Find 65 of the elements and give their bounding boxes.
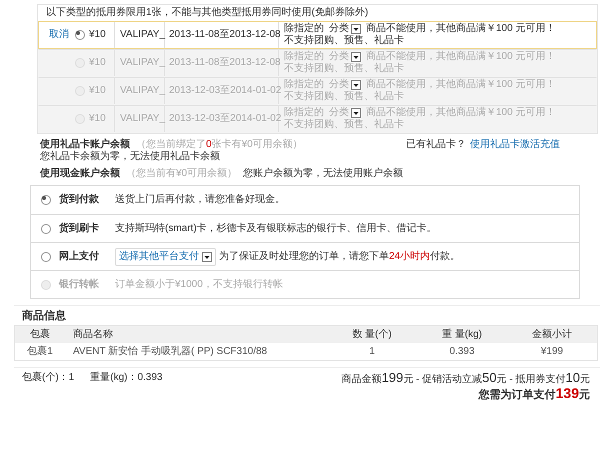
payment-note: 送货上门后再付款，请您准备好现金。 — [115, 194, 285, 206]
coupon-row[interactable]: 取消 ¥10 VALIPAY_ 2013-11-08至2013-12-08 除指定的 分类 商品不能使用，其他商品满￥100 元可用！ 不支持团购、预售、礼品卡 — [38, 21, 597, 49]
balance-hint: （您当前绑定了0张卡有¥0可用余额） — [136, 139, 303, 150]
gift-card-question: 已有礼品卡？ — [406, 139, 466, 151]
payment-note: 支持斯玛特(smart)卡，杉德卡及有银联标志的银行卡、信用卡、借记卡。 — [115, 222, 437, 234]
restriction-text: 不支持团购、预售、礼品卡 — [284, 35, 404, 47]
coupon-code: VALIPAY_ — [120, 85, 166, 97]
coupon-amount: ¥10 — [89, 85, 106, 97]
amount-due: 您需为订单支付139元 — [478, 387, 590, 401]
restriction-text: 不支持团购、预售、礼品卡 — [284, 119, 404, 131]
table-cell-text: ¥199 — [540, 346, 564, 358]
package-count: 包裹(个)：1 — [22, 372, 74, 384]
section-title: 商品信息 — [22, 310, 67, 322]
radio-button[interactable] — [41, 195, 51, 205]
radio-button[interactable] — [75, 30, 85, 40]
balance-message: 您礼品卡余额为零，无法使用礼品卡余额 — [40, 151, 220, 163]
validity-period: 2013-12-03至2014-01-02 — [169, 113, 282, 125]
dropdown-caret-icon[interactable] — [202, 252, 212, 262]
restriction-text: 不支持团购、预售、礼品卡 — [284, 63, 404, 75]
column-header: 金额小计 — [531, 328, 573, 340]
restriction-text: 不支持团购、预售、礼品卡 — [284, 91, 404, 103]
table-cell-text: AVENT 新安怡 手动吸乳器( PP) SCF310/88 — [72, 346, 268, 358]
column-header: 重 量(kg) — [441, 328, 483, 340]
scope-text: 除指定的 — [284, 79, 324, 90]
coupon-code: VALIPAY_ — [120, 113, 166, 125]
dropdown-caret-icon[interactable] — [351, 24, 361, 34]
radio-button[interactable] — [41, 224, 51, 234]
coupon-code: VALIPAY_ — [120, 29, 166, 41]
price-breakdown: 商品金额199元 - 促销活动立减50元 - 抵用券支付10元 — [342, 372, 590, 386]
scope-text: 除指定的 — [284, 107, 324, 118]
coupon-amount: ¥10 — [89, 57, 106, 69]
coupon-code: VALIPAY_ — [120, 57, 166, 69]
validity-period: 2013-12-03至2014-01-02 — [169, 85, 282, 97]
balance-message: 您账户余额为零，无法使用账户余额 — [243, 168, 404, 180]
payment-note: 订单金额小于¥1000，不支持银行转帐 — [115, 278, 283, 290]
table-cell-text: 包裹1 — [26, 346, 54, 358]
column-header: 包裹 — [29, 328, 51, 340]
coupon-amount: ¥10 — [89, 113, 106, 125]
usage-condition: 商品不能使用，其他商品满￥100 元可用！ — [366, 23, 556, 34]
total-weight: 重量(kg)：0.393 — [90, 372, 162, 384]
payment-note: 为了保证及时处理您的订单，请您下单24小时内付款。 — [219, 250, 460, 262]
usage-condition: 商品不能使用，其他商品满￥100 元可用！ — [366, 107, 556, 118]
coupon-amount: ¥10 — [89, 29, 106, 41]
scope-text: 除指定的 — [284, 51, 324, 62]
usage-condition: 商品不能使用，其他商品满￥100 元可用！ — [366, 51, 556, 62]
radio-button[interactable] — [41, 252, 51, 262]
usage-condition: 商品不能使用，其他商品满￥100 元可用！ — [366, 79, 556, 90]
platform-select[interactable]: 选择其他平台支付 — [115, 248, 216, 266]
balance-title: 使用礼品卡账户余额 — [40, 139, 130, 150]
category-select[interactable]: 分类 — [329, 23, 361, 35]
validity-period: 2013-11-08至2013-12-08 — [169, 29, 281, 41]
validity-period: 2013-11-08至2013-12-08 — [169, 57, 281, 69]
balance-hint: （您当前有¥0可用余额） — [126, 168, 238, 180]
activate-gift-card-link[interactable]: 使用礼品卡激活充值 — [470, 139, 560, 151]
payment-method-label[interactable]: 网上支付 — [59, 250, 115, 262]
balance-title: 使用现金账户余额 — [40, 168, 120, 180]
cancel-link[interactable]: 取消 — [49, 29, 71, 41]
table-cell-text: 0.393 — [448, 346, 476, 358]
payment-method-label[interactable]: 货到刷卡 — [59, 222, 115, 234]
table-cell-text: 1 — [368, 346, 376, 358]
column-header: 数 量(个) — [351, 328, 393, 340]
payment-method-label[interactable]: 货到付款 — [59, 194, 115, 206]
scope-text: 除指定的 — [284, 23, 324, 34]
coupon-notice: 以下类型的抵用券限用1张，不能与其他类型抵用券同时使用(免邮券除外) — [46, 7, 368, 19]
column-header: 商品名称 — [72, 328, 114, 340]
